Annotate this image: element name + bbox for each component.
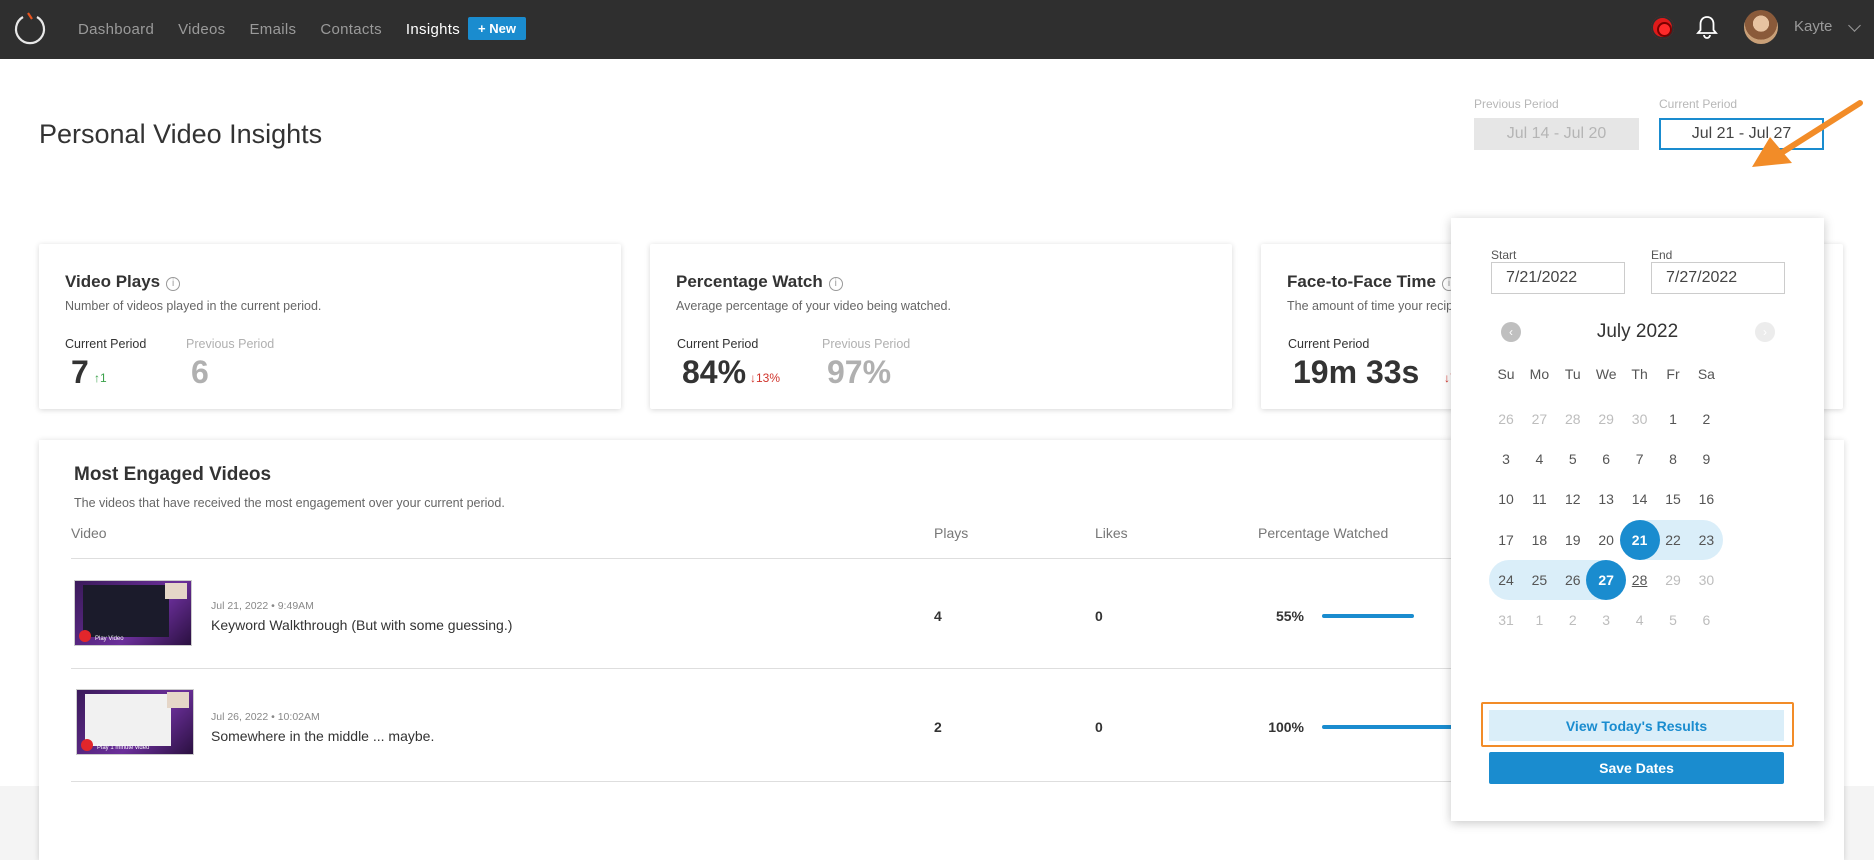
- card-title: Video Plays i: [65, 272, 181, 292]
- previous-period-label: Previous Period: [822, 337, 911, 351]
- percentage-bar: [1322, 614, 1414, 618]
- annotation-arrow-icon: [1752, 100, 1863, 167]
- current-period-label: Current Period: [1288, 337, 1370, 351]
- likes-value: 0: [1095, 719, 1103, 735]
- weekday-sa: Sa: [1697, 366, 1715, 382]
- play-icon: [79, 630, 91, 642]
- likes-value: 0: [1095, 608, 1103, 624]
- column-header-video[interactable]: Video: [71, 525, 107, 541]
- play-icon: [81, 739, 93, 751]
- section-subtitle: The videos that have received the most e…: [74, 496, 505, 510]
- previous-period-label: Previous Period: [186, 337, 275, 351]
- current-period-label: Current Period: [677, 337, 759, 351]
- username[interactable]: Kayte: [1794, 18, 1832, 35]
- date-range-picker: Start End July 2022 ‹ › SuMoTuWeThFrSa 2…: [1451, 218, 1824, 821]
- app-logo-icon[interactable]: [12, 10, 48, 46]
- bell-icon[interactable]: [1696, 14, 1718, 40]
- info-icon[interactable]: i: [828, 277, 843, 291]
- video-thumbnail[interactable]: Play Video: [74, 580, 192, 646]
- new-button[interactable]: + New: [468, 17, 526, 40]
- previous-value: 6: [191, 354, 209, 390]
- percentage-value: 100%: [1268, 719, 1304, 735]
- nav-videos[interactable]: Videos: [178, 21, 225, 38]
- current-value: 84%: [682, 354, 747, 390]
- chevron-right-icon[interactable]: ›: [1755, 322, 1775, 342]
- card-description: The amount of time your recip: [1287, 299, 1454, 313]
- video-date: Jul 21, 2022 • 9:49AM: [211, 600, 314, 612]
- plays-value: 4: [934, 608, 942, 624]
- page-title: Personal Video Insights: [39, 119, 323, 149]
- current-value: 7: [71, 354, 89, 390]
- card-title: Percentage Watch i: [676, 272, 843, 292]
- calendar-day[interactable]: 9: [1686, 439, 1726, 479]
- previous-value: 97%: [827, 354, 892, 390]
- calendar-day[interactable]: 2: [1686, 399, 1726, 439]
- previous-period-picker[interactable]: Jul 14 - Jul 20: [1474, 118, 1639, 150]
- nav-dashboard[interactable]: Dashboard: [78, 21, 154, 38]
- nav-insights[interactable]: Insights: [406, 21, 460, 38]
- nav-contacts[interactable]: Contacts: [320, 21, 382, 38]
- main-content: Personal Video Insights Previous Period …: [0, 59, 1874, 860]
- start-date-input[interactable]: [1491, 262, 1625, 294]
- end-date-input[interactable]: [1651, 262, 1785, 294]
- chevron-down-icon[interactable]: [1848, 19, 1861, 32]
- video-plays-card: Video Plays i Number of videos played in …: [39, 244, 621, 409]
- current-value: 19m 33s: [1293, 354, 1420, 390]
- calendar-day[interactable]: 16: [1686, 479, 1726, 519]
- top-nav-bar: Dashboard Videos Emails Contacts Insight…: [0, 0, 1874, 59]
- card-title: Face-to-Face Time i: [1287, 272, 1456, 292]
- current-period-label: Current Period: [65, 337, 147, 351]
- info-icon[interactable]: i: [166, 277, 181, 291]
- calendar-day[interactable]: 6: [1686, 600, 1726, 640]
- column-header-likes[interactable]: Likes: [1095, 525, 1128, 541]
- nav-emails[interactable]: Emails: [250, 21, 297, 38]
- end-label: End: [1651, 248, 1673, 262]
- save-dates-button[interactable]: Save Dates: [1489, 752, 1784, 784]
- start-label: Start: [1491, 248, 1517, 262]
- current-period-label: Current Period: [1659, 97, 1738, 111]
- record-icon[interactable]: [1651, 16, 1674, 39]
- video-title[interactable]: Keyword Walkthrough (But with some guess…: [211, 617, 512, 633]
- section-title: Most Engaged Videos: [74, 464, 272, 485]
- card-description: Average percentage of your video being w…: [676, 299, 951, 313]
- video-thumbnail[interactable]: Play 1 minute video: [76, 689, 194, 755]
- delta-badge: ↓13%: [750, 371, 781, 385]
- calendar-day[interactable]: 30: [1686, 560, 1726, 600]
- plays-value: 2: [934, 719, 942, 735]
- percentage-value: 55%: [1275, 608, 1304, 624]
- chevron-left-icon[interactable]: ‹: [1501, 322, 1521, 342]
- main-nav: Dashboard Videos Emails Contacts Insight…: [78, 0, 484, 59]
- calendar-day[interactable]: 23: [1686, 520, 1726, 560]
- video-date: Jul 26, 2022 • 10:02AM: [211, 711, 320, 723]
- view-todays-results-button[interactable]: View Today's Results: [1489, 710, 1784, 741]
- avatar[interactable]: [1744, 10, 1778, 44]
- card-description: Number of videos played in the current p…: [65, 299, 322, 313]
- column-header-plays[interactable]: Plays: [934, 525, 968, 541]
- previous-period-label: Previous Period: [1474, 97, 1559, 111]
- video-title[interactable]: Somewhere in the middle ... maybe.: [211, 728, 434, 744]
- percentage-watch-card: Percentage Watch i Average percentage of …: [650, 244, 1232, 409]
- column-header-percentage-watched[interactable]: Percentage Watched: [1258, 525, 1388, 541]
- delta-badge: ↑1: [94, 371, 107, 385]
